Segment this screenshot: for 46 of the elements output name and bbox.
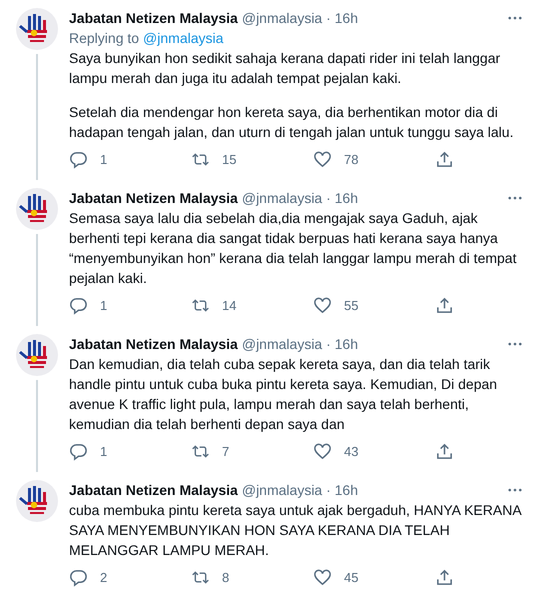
reply-count: 1 xyxy=(100,152,108,166)
tweet-text: Dan kemudian, dia telah cuba sepak kereta saya, dan dia telah tarik handle pintu untuk cuba buka pintu kereta saya. Kemudian, Di depan avenue K traffic light pula, lampu merah dan saya telah berhenti, kemudian dia telah berhenti depan saya dan xyxy=(69,355,498,434)
reply-count: 1 xyxy=(100,298,108,312)
reply-icon[interactable] xyxy=(69,296,88,314)
heart-icon[interactable] xyxy=(313,150,332,168)
handle-time: @jnmalaysia · 16h xyxy=(242,336,358,352)
reply-icon[interactable] xyxy=(69,442,88,460)
tweet-text: cuba membuka pintu kereta saya untuk ajak bergaduh, HANYA KERANA SAYA MENYEMBUNYIKAN HON SAYA KERANA DIA TELAH MELANGGAR LAMPU MERAH. xyxy=(69,501,521,560)
author-name[interactable]: Jabatan Netizen Malaysia xyxy=(69,336,238,352)
retweet-count: 15 xyxy=(222,152,236,166)
reply-count: 2 xyxy=(100,570,108,584)
tweet-text: Semasa saya lalu dia sebelah dia,dia mengajak saya Gaduh, ajak berhenti tepi kerana dia sangat tidak berpuas hati kerana saya hanya “menyembunyikan hon” kerana dia telah langgar lampu merah di tempat pejalan kaki. xyxy=(69,209,518,288)
heart-icon[interactable] xyxy=(313,296,332,314)
avatar-hand-icon[interactable] xyxy=(16,8,58,50)
heart-icon[interactable] xyxy=(313,568,332,586)
share-icon[interactable] xyxy=(435,568,454,586)
reply-count: 1 xyxy=(100,444,108,458)
share-icon[interactable] xyxy=(435,296,454,314)
like-count: 45 xyxy=(344,570,358,584)
reply-icon[interactable] xyxy=(69,150,88,168)
retweet-count: 8 xyxy=(222,570,230,584)
more-icon[interactable] xyxy=(508,488,522,492)
avatar-hand-icon[interactable] xyxy=(16,480,58,522)
tweet-text: Setelah dia mendengar hon kereta saya, dia berhentikan motor dia di hadapan tengah jalan, dan uturn di tengah jalan untuk tunggu saya lalu. xyxy=(69,103,514,142)
more-icon[interactable] xyxy=(508,342,522,346)
share-icon[interactable] xyxy=(435,150,454,168)
more-icon[interactable] xyxy=(508,16,522,20)
replying-label: Replying to xyxy=(69,29,140,48)
like-count: 43 xyxy=(344,444,358,458)
heart-icon[interactable] xyxy=(313,442,332,460)
share-icon[interactable] xyxy=(435,442,454,460)
author-name[interactable]: Jabatan Netizen Malaysia xyxy=(69,190,238,206)
like-count: 55 xyxy=(344,298,358,312)
handle-time: @jnmalaysia · 16h xyxy=(242,10,358,26)
author-name[interactable]: Jabatan Netizen Malaysia xyxy=(69,482,238,498)
author-name[interactable]: Jabatan Netizen Malaysia xyxy=(69,10,238,26)
retweet-count: 7 xyxy=(222,444,230,458)
avatar-hand-icon[interactable] xyxy=(16,334,58,376)
like-count: 78 xyxy=(344,152,358,166)
avatar-hand-icon[interactable] xyxy=(16,188,58,230)
handle-time: @jnmalaysia · 16h xyxy=(242,482,358,498)
retweet-count: 14 xyxy=(222,298,236,312)
tweet-text: Saya bunyikan hon sedikit sahaja kerana dapati rider ini telah langgar lampu merah dan juga itu adalah tempat pejalan kaki. xyxy=(69,49,502,88)
more-icon[interactable] xyxy=(508,196,522,200)
reply-icon[interactable] xyxy=(69,568,88,586)
handle-time: @jnmalaysia · 16h xyxy=(242,190,358,206)
